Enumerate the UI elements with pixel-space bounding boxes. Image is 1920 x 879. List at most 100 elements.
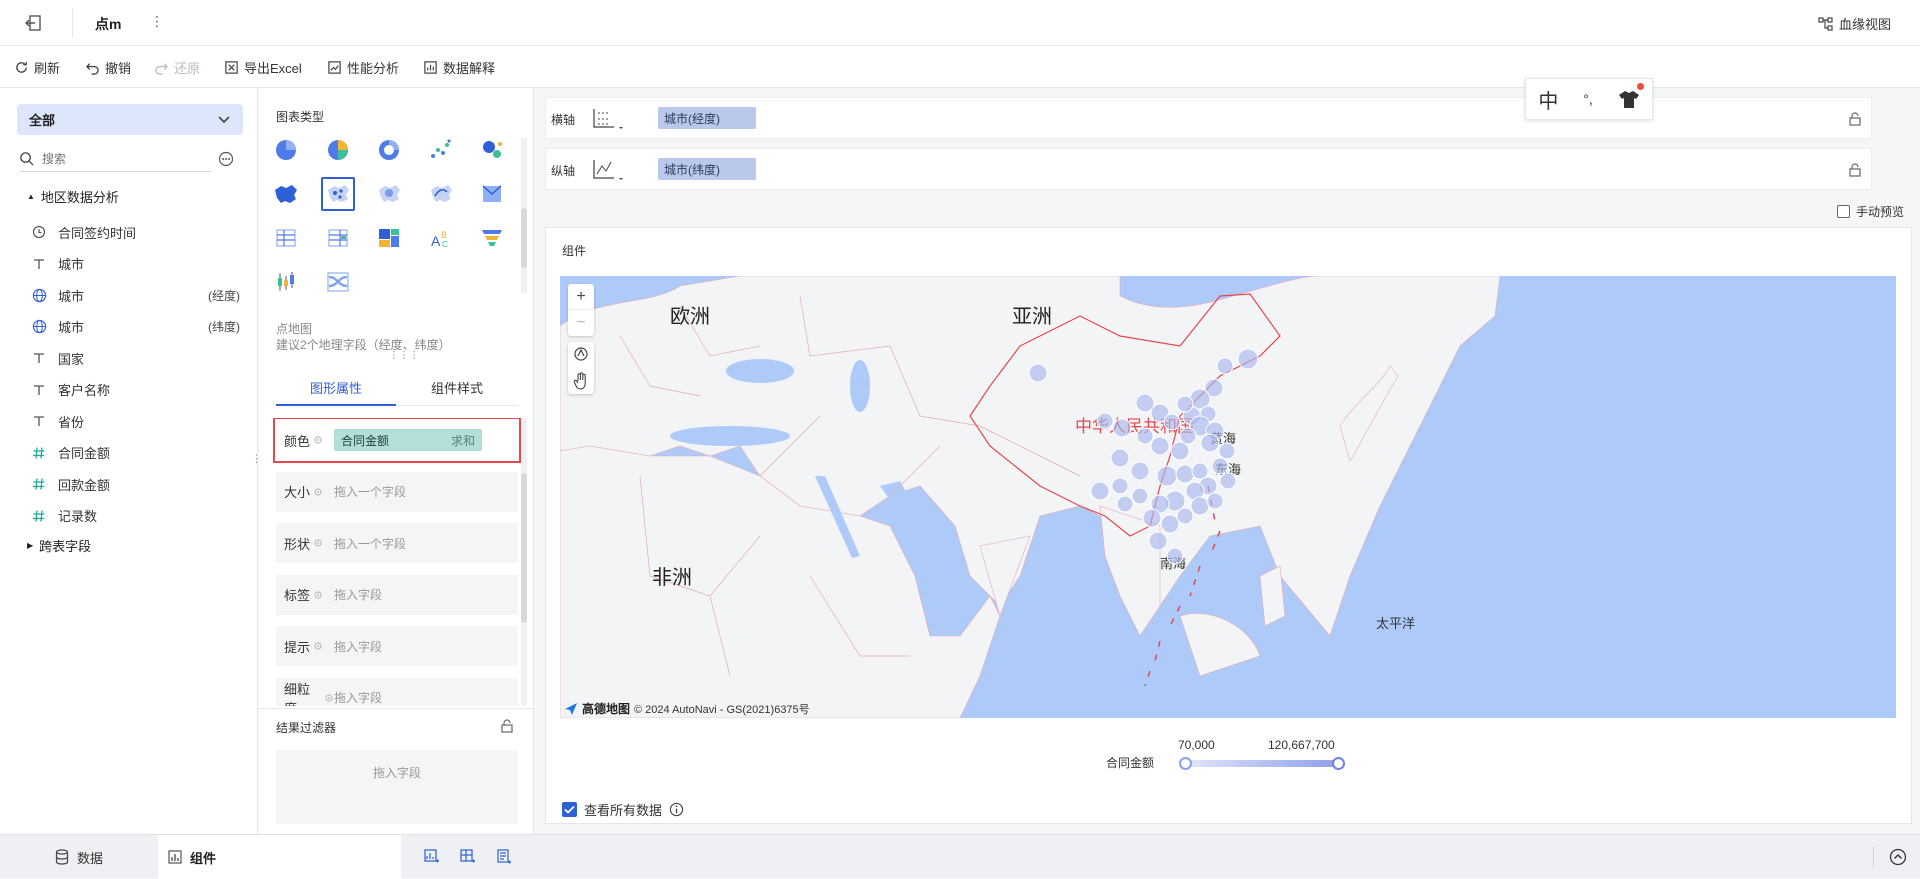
donut-chart-icon[interactable] bbox=[372, 133, 406, 167]
field-item[interactable]: 城市 (纬度) bbox=[30, 313, 240, 341]
field-item[interactable]: 省份 bbox=[30, 407, 240, 435]
field-item[interactable]: 记录数 bbox=[30, 502, 240, 530]
lasso-icon[interactable] bbox=[568, 342, 594, 368]
lock-icon[interactable] bbox=[1848, 163, 1862, 177]
add-report-icon[interactable] bbox=[496, 849, 512, 865]
treemap-chart-icon[interactable] bbox=[372, 221, 406, 255]
collapse-icon[interactable] bbox=[1889, 848, 1907, 866]
scroll-thumb[interactable] bbox=[521, 208, 527, 268]
field-item[interactable]: 城市 bbox=[30, 250, 240, 278]
exit-icon[interactable] bbox=[24, 13, 46, 33]
color-field-pill[interactable]: 合同金额 求和 bbox=[334, 429, 482, 451]
legend-gradient-bar bbox=[1186, 760, 1340, 767]
search-input[interactable] bbox=[42, 151, 202, 166]
area-map-icon[interactable] bbox=[269, 177, 303, 211]
ime-lang-button[interactable]: 中 bbox=[1538, 85, 1558, 114]
color-field-aggregation[interactable]: 求和 bbox=[451, 432, 475, 449]
bubble-chart-icon[interactable] bbox=[475, 133, 509, 167]
cross-table-icon[interactable] bbox=[321, 221, 355, 255]
redo-button[interactable]: 还原 bbox=[154, 46, 200, 88]
add-dashboard-icon[interactable] bbox=[460, 849, 476, 865]
manual-preview-checkbox[interactable]: 手动预览 bbox=[1837, 203, 1904, 220]
region-map-icon[interactable] bbox=[475, 177, 509, 211]
export-excel-button[interactable]: 导出Excel bbox=[224, 46, 302, 88]
view-all-data-checkbox[interactable]: 查看所有数据 bbox=[562, 800, 684, 819]
checkbox-checked[interactable] bbox=[562, 802, 577, 817]
zoom-in-button[interactable]: + bbox=[568, 284, 594, 310]
legend-min-handle[interactable] bbox=[1179, 757, 1192, 770]
property-row[interactable]: 提示 拖入字段 bbox=[276, 626, 518, 666]
more-options-icon[interactable]: ⋮ bbox=[150, 13, 164, 30]
scrollbar[interactable] bbox=[521, 138, 527, 293]
scope-select[interactable]: 全部 bbox=[17, 104, 243, 135]
point-map-icon[interactable] bbox=[320, 177, 355, 211]
map[interactable]: + − 欧洲 亚洲 非洲 中华人民共和国 黄海 东海 南海 太平洋 高德地图 ©… bbox=[560, 276, 1896, 718]
candlestick-chart-icon[interactable] bbox=[269, 265, 303, 299]
legend-label: 合同金额 bbox=[1106, 756, 1155, 770]
field-item[interactable]: 合同金额 bbox=[30, 439, 240, 467]
property-row[interactable]: 形状 拖入一个字段 bbox=[276, 523, 518, 563]
gear-icon[interactable] bbox=[313, 590, 323, 600]
group-header[interactable]: ▲ 地区数据分析 bbox=[27, 187, 119, 206]
zoom-out-button[interactable]: − bbox=[568, 310, 594, 336]
undo-icon bbox=[85, 62, 99, 75]
detail-table-icon[interactable] bbox=[269, 221, 303, 255]
heat-map-icon[interactable] bbox=[372, 177, 406, 211]
data-explain-button[interactable]: 数据解释 bbox=[423, 46, 495, 88]
refresh-button[interactable]: 刷新 bbox=[14, 46, 60, 88]
lineage-view-button[interactable]: 血缘视图 bbox=[1818, 14, 1891, 33]
x-axis-type-icon[interactable] bbox=[592, 107, 626, 131]
field-item[interactable]: 城市 (经度) bbox=[30, 281, 240, 309]
field-item[interactable]: 合同签约时间 bbox=[30, 218, 240, 246]
lineage-icon bbox=[1818, 16, 1833, 31]
funnel-chart-icon[interactable] bbox=[475, 221, 509, 255]
info-icon[interactable] bbox=[669, 802, 684, 817]
drag-handle-icon[interactable]: ⋮⋮⋮ bbox=[389, 350, 419, 361]
scrollbar[interactable] bbox=[521, 418, 527, 706]
hand-pan-icon[interactable] bbox=[568, 368, 594, 394]
x-axis-field-pill[interactable]: 城市(经度) bbox=[658, 107, 756, 129]
word-cloud-icon[interactable]: ABC bbox=[424, 221, 458, 255]
property-row[interactable]: 细粒度 拖入字段 bbox=[276, 677, 518, 706]
checkbox[interactable] bbox=[1837, 205, 1850, 218]
y-axis-field-pill[interactable]: 城市(纬度) bbox=[658, 158, 756, 180]
multi-pie-chart-icon[interactable] bbox=[321, 133, 355, 167]
scatter-chart-icon[interactable] bbox=[424, 133, 458, 167]
tab-data[interactable]: 数据 bbox=[0, 835, 158, 879]
field-item[interactable]: 国家 bbox=[30, 344, 240, 372]
field-item[interactable]: 回款金额 bbox=[30, 470, 240, 498]
y-axis-field: 城市(纬度) bbox=[664, 162, 720, 177]
gear-icon[interactable] bbox=[313, 487, 323, 497]
field-item[interactable]: 客户名称 bbox=[30, 376, 240, 404]
flow-map-icon[interactable] bbox=[424, 177, 458, 211]
more-options-icon[interactable] bbox=[218, 151, 234, 167]
lock-icon[interactable] bbox=[500, 719, 514, 733]
property-row[interactable]: 颜色 合同金额 求和 bbox=[273, 418, 521, 463]
gear-icon[interactable] bbox=[324, 693, 334, 703]
filter-placeholder: 拖入字段 bbox=[372, 766, 421, 780]
property-placeholder: 拖入一个字段 bbox=[334, 485, 407, 499]
property-row[interactable]: 标签 拖入字段 bbox=[276, 574, 518, 615]
pie-chart-icon[interactable] bbox=[269, 133, 303, 167]
tab-shape-properties[interactable]: 图形属性 bbox=[276, 370, 396, 406]
tab-widget-style[interactable]: 组件样式 bbox=[396, 370, 518, 406]
field-name: 城市 bbox=[58, 257, 85, 272]
legend-max-handle[interactable] bbox=[1332, 757, 1345, 770]
cross-table-fields[interactable]: ▶ 跨表字段 bbox=[27, 536, 91, 555]
divider bbox=[259, 708, 534, 709]
sankey-chart-icon[interactable] bbox=[321, 265, 355, 299]
property-row[interactable]: 大小 拖入一个字段 bbox=[276, 471, 518, 512]
add-widget-icon[interactable] bbox=[424, 849, 440, 865]
undo-button[interactable]: 撤销 bbox=[85, 46, 131, 88]
scroll-thumb[interactable] bbox=[521, 473, 527, 623]
lock-icon[interactable] bbox=[1848, 112, 1862, 126]
ime-punct-button[interactable]: °, bbox=[1583, 91, 1593, 107]
shirt-icon[interactable] bbox=[1618, 83, 1644, 109]
gear-icon[interactable] bbox=[313, 538, 323, 548]
result-filter-dropzone[interactable]: 拖入字段 bbox=[276, 750, 518, 824]
y-axis-type-icon[interactable] bbox=[592, 158, 626, 182]
tab-widget[interactable]: 组件 bbox=[158, 835, 401, 879]
perf-analysis-button[interactable]: 性能分析 bbox=[327, 46, 399, 88]
gear-icon[interactable] bbox=[313, 435, 323, 445]
gear-icon[interactable] bbox=[313, 641, 323, 651]
